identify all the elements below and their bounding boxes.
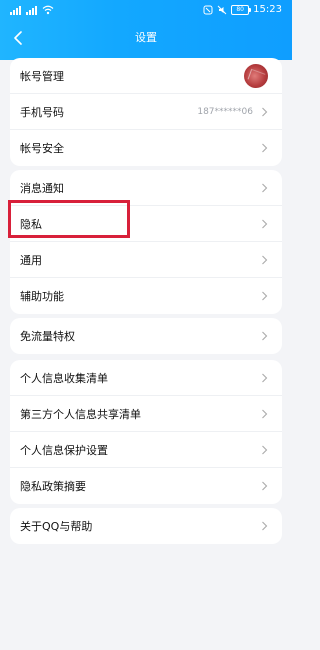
status-time: 15:23: [253, 4, 282, 15]
row-label: 个人信息保护设置: [20, 443, 108, 457]
row-label: 关于QQ与帮助: [20, 520, 93, 533]
row-label: 隐私政策摘要: [20, 480, 86, 493]
settings-card-account: 帐号管理 手机号码 187******06 帐号安全: [10, 58, 282, 166]
chevron-right-icon: [261, 521, 268, 531]
row-third-party-sharing[interactable]: 第三方个人信息共享清单: [10, 396, 282, 432]
row-label: 帐号安全: [20, 142, 64, 155]
navbar: 设置: [0, 20, 292, 60]
status-bar: 80 15:23: [0, 0, 292, 20]
wifi-icon: [42, 5, 54, 15]
row-phone-number[interactable]: 手机号码 187******06: [10, 94, 282, 130]
chevron-right-icon: [261, 291, 268, 301]
chevron-right-icon: [261, 409, 268, 419]
settings-card-personal-info: 个人信息收集清单 第三方个人信息共享清单 个人信息保护设置 隐私政策摘要: [10, 360, 282, 504]
row-label: 第三方个人信息共享清单: [20, 407, 141, 421]
chevron-right-icon: [261, 373, 268, 383]
battery-icon: 80: [231, 5, 252, 15]
chevron-right-icon: [261, 481, 268, 491]
status-left-icons: [10, 4, 54, 16]
phone-number-value: 187******06: [197, 106, 253, 117]
row-accessibility[interactable]: 辅助功能: [10, 278, 282, 314]
nfc-icon: [203, 5, 213, 15]
settings-card-about: 关于QQ与帮助: [10, 508, 282, 544]
row-account-security[interactable]: 帐号安全: [10, 130, 282, 166]
chevron-right-icon: [261, 219, 268, 229]
row-notifications[interactable]: 消息通知: [10, 170, 282, 206]
status-right-icons: 80 15:23: [203, 0, 282, 20]
settings-card-data-plan: 免流量特权: [10, 318, 282, 354]
chevron-right-icon: [261, 445, 268, 455]
row-account-management[interactable]: 帐号管理: [10, 58, 282, 94]
chevron-right-icon: [261, 255, 268, 265]
row-label: 个人信息收集清单: [20, 371, 108, 385]
row-label: 消息通知: [20, 181, 64, 195]
battery-level: 80: [236, 6, 244, 13]
chevron-right-icon: [261, 107, 268, 117]
signal-icon-2: [26, 5, 38, 15]
row-label: 帐号管理: [20, 69, 64, 83]
mute-icon: [217, 5, 227, 15]
row-general[interactable]: 通用: [10, 242, 282, 278]
chevron-right-icon: [261, 183, 268, 193]
chevron-right-icon: [261, 331, 268, 341]
row-about-qq-help[interactable]: 关于QQ与帮助: [10, 508, 282, 544]
settings-card-general: 消息通知 隐私 通用 辅助功能: [10, 170, 282, 314]
row-label: 隐私: [20, 217, 42, 231]
row-free-data[interactable]: 免流量特权: [10, 318, 282, 354]
avatar[interactable]: [244, 63, 268, 88]
row-info-protection-settings[interactable]: 个人信息保护设置: [10, 432, 282, 468]
page-title: 设置: [135, 31, 157, 44]
row-privacy[interactable]: 隐私: [10, 206, 282, 242]
row-label: 辅助功能: [20, 290, 64, 303]
row-privacy-policy-summary[interactable]: 隐私政策摘要: [10, 468, 282, 504]
signal-icon: [10, 5, 22, 15]
row-label: 手机号码: [20, 105, 64, 119]
row-label: 免流量特权: [20, 330, 75, 343]
app-header: 80 15:23 设置: [0, 0, 292, 60]
row-info-collection-list[interactable]: 个人信息收集清单: [10, 360, 282, 396]
row-label: 通用: [20, 253, 42, 267]
chevron-right-icon: [261, 143, 268, 153]
